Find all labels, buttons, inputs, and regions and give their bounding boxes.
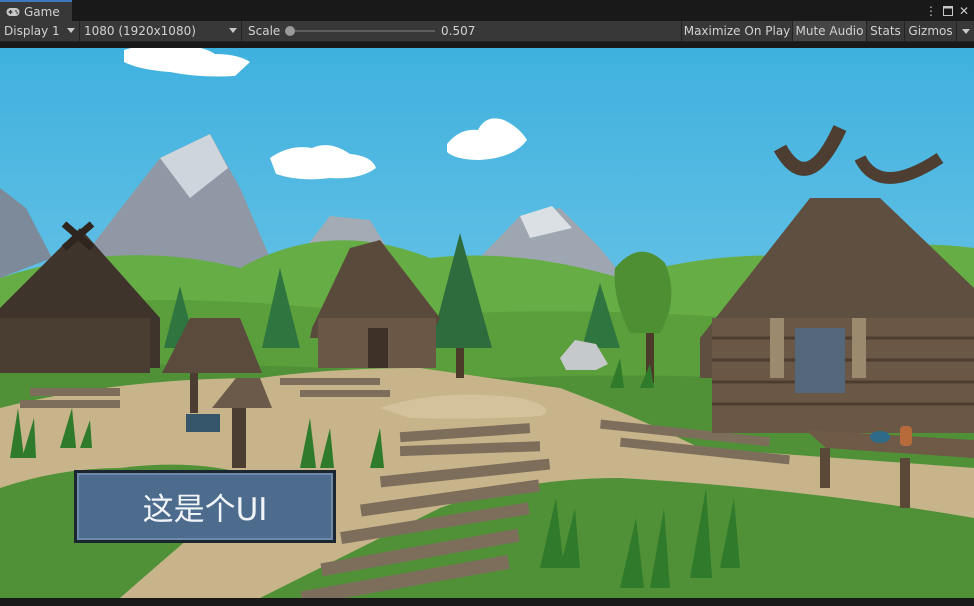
close-icon[interactable]: ✕ (956, 0, 972, 21)
resolution-dropdown-label: 1080 (1920x1080) (84, 24, 196, 38)
maximize-icon[interactable] (940, 0, 956, 21)
scale-control: Scale 0.507 (244, 21, 480, 41)
unity-game-window: Game ⋮ ✕ Display 1 1080 (1920x1080) Scal… (0, 0, 974, 606)
resolution-dropdown[interactable]: 1080 (1920x1080) (80, 21, 242, 41)
scale-label: Scale (248, 24, 281, 38)
stats-button[interactable]: Stats (866, 21, 904, 41)
mute-audio-button[interactable]: Mute Audio (792, 21, 866, 41)
game-ui-button[interactable]: 这是个UI (74, 470, 336, 543)
stats-label: Stats (870, 24, 901, 38)
tab-game-label: Game (24, 4, 60, 19)
bottom-border (0, 598, 974, 606)
mute-audio-label: Mute Audio (795, 24, 864, 38)
chevron-down-icon (229, 28, 237, 33)
tab-game[interactable]: Game (0, 0, 72, 21)
gizmos-label: Gizmos (908, 24, 953, 38)
chevron-down-icon (67, 28, 75, 33)
game-ui-button-label: 这是个UI (142, 492, 268, 528)
maximize-on-play-button[interactable]: Maximize On Play (681, 21, 792, 41)
display-dropdown[interactable]: Display 1 (0, 21, 80, 41)
gizmos-button[interactable]: Gizmos (904, 21, 956, 41)
kebab-menu-icon[interactable]: ⋮ (923, 0, 939, 21)
scale-slider-handle[interactable] (285, 26, 295, 36)
gamepad-icon (6, 6, 20, 18)
chevron-down-icon (961, 28, 970, 34)
scale-slider-track[interactable] (289, 30, 435, 32)
maximize-on-play-label: Maximize On Play (683, 24, 791, 38)
game-view[interactable]: 这是个UI (0, 48, 974, 598)
display-dropdown-label: Display 1 (4, 24, 60, 38)
tab-bar: Game ⋮ ✕ (0, 0, 974, 21)
game-toolbar: Display 1 1080 (1920x1080) Scale 0.507 M… (0, 21, 974, 42)
gizmos-dropdown[interactable] (956, 21, 974, 41)
scale-value: 0.507 (441, 24, 476, 38)
